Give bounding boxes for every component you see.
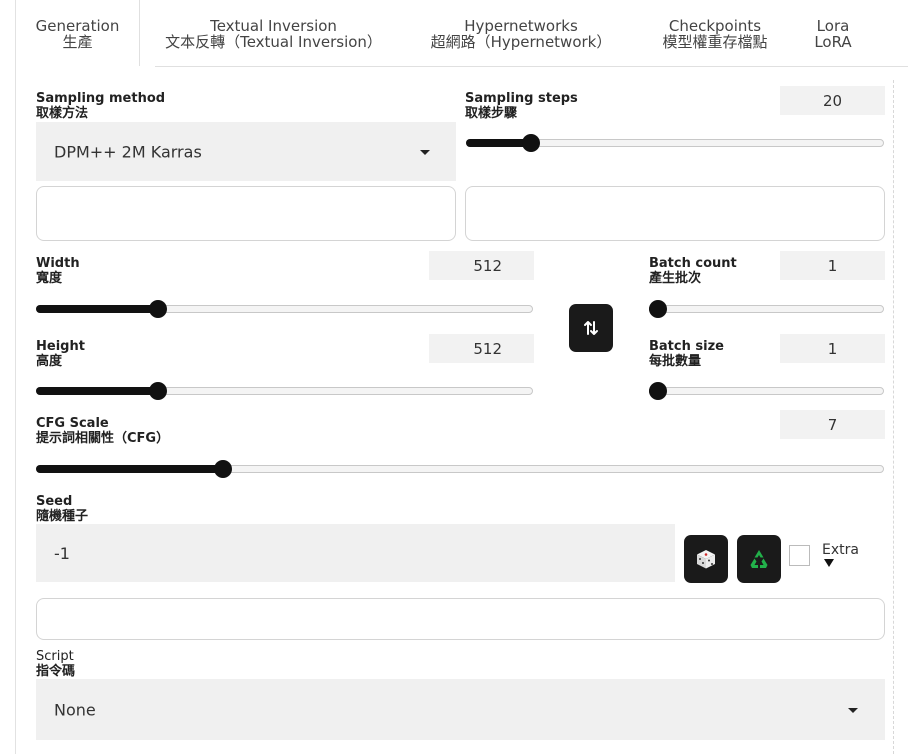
label-en: CFG Scale <box>36 416 109 431</box>
label-zh: 取樣步驟 <box>465 106 518 121</box>
width-label: Width 寬度 <box>36 256 80 286</box>
seed-input[interactable]: -1 <box>36 524 675 582</box>
tab-label-en: Hypernetworks <box>464 17 578 35</box>
label-zh: 高度 <box>36 354 63 369</box>
batch-count-input[interactable] <box>780 251 885 280</box>
cfg-scale-input[interactable] <box>780 410 885 439</box>
slider-fill <box>36 465 223 473</box>
label-en: Batch count <box>649 256 737 271</box>
height-slider[interactable] <box>36 382 533 400</box>
label-en: Height <box>36 339 85 354</box>
label-zh: 每批數量 <box>649 354 702 369</box>
tab-label-en: Lora <box>816 17 850 35</box>
tab-label-en: Checkpoints <box>668 17 762 35</box>
prompt-textbox[interactable] <box>36 186 456 241</box>
tab-label-zh: LoRA <box>814 33 852 51</box>
slider-fill <box>36 387 158 395</box>
sampling-method-label: Sampling method 取樣方法 <box>36 91 165 121</box>
tab-label-en: Textual Inversion <box>210 17 337 35</box>
sampling-steps-label: Sampling steps 取樣步驟 <box>465 91 578 121</box>
extra-label: Extra <box>822 542 859 558</box>
tab-checkpoints[interactable]: Checkpoints 模型權重存檔點 <box>651 0 779 66</box>
tab-textual-inversion[interactable]: Textual Inversion 文本反轉（Textual Inversion… <box>156 0 391 66</box>
label-en: Seed <box>36 494 73 509</box>
slider-fill <box>36 305 158 313</box>
height-label: Height 高度 <box>36 339 85 369</box>
extra-textbox[interactable] <box>36 598 885 640</box>
negative-prompt-textbox[interactable] <box>465 186 885 241</box>
slider-track <box>649 387 884 395</box>
seed-label: Seed 隨機種子 <box>36 494 88 524</box>
cfg-scale-slider[interactable] <box>36 460 884 478</box>
slider-thumb[interactable] <box>522 134 540 152</box>
label-en: Script <box>36 649 74 664</box>
dice-icon <box>697 550 715 569</box>
tab-generation[interactable]: Generation 生產 <box>16 0 140 66</box>
sampling-steps-input[interactable] <box>780 86 885 115</box>
swap-dimensions-button[interactable] <box>569 304 613 352</box>
seed-value: -1 <box>54 544 70 563</box>
label-en: Width <box>36 256 80 271</box>
batch-size-slider[interactable] <box>649 382 884 400</box>
batch-size-label: Batch size 每批數量 <box>649 339 724 369</box>
sampling-steps-slider[interactable] <box>466 134 884 152</box>
slider-track <box>649 305 884 313</box>
tab-label-en: Generation <box>35 17 120 35</box>
slider-thumb[interactable] <box>149 382 167 400</box>
width-slider[interactable] <box>36 300 533 318</box>
label-zh: 提示詞相關性（CFG） <box>36 431 170 446</box>
script-value: None <box>54 700 96 719</box>
label-en: Sampling steps <box>465 91 578 106</box>
slider-thumb[interactable] <box>214 460 232 478</box>
label-zh: 寬度 <box>36 271 63 286</box>
slider-thumb[interactable] <box>649 382 667 400</box>
chevron-down-icon <box>848 707 858 713</box>
label-zh: 指令碼 <box>36 664 76 679</box>
chevron-down-icon <box>420 149 430 155</box>
tab-lora[interactable]: Lora LoRA <box>798 0 868 66</box>
batch-count-slider[interactable] <box>649 300 884 318</box>
triangle-down-icon <box>824 559 834 567</box>
reuse-seed-button[interactable] <box>737 535 781 583</box>
script-label: Script 指令碼 <box>36 649 75 679</box>
left-border <box>15 0 16 754</box>
extra-toggle[interactable]: Extra <box>822 542 859 567</box>
extra-seed-checkbox[interactable] <box>789 545 810 566</box>
label-zh: 取樣方法 <box>36 106 89 121</box>
batch-count-label: Batch count 產生批次 <box>649 256 737 286</box>
height-input[interactable] <box>429 334 534 363</box>
label-zh: 產生批次 <box>649 271 702 286</box>
cfg-scale-label: CFG Scale 提示詞相關性（CFG） <box>36 416 169 446</box>
tab-label-zh: 生產 <box>62 33 93 51</box>
swap-dimensions-icon <box>584 321 598 335</box>
tab-bar: Generation 生產 Textual Inversion 文本反轉（Tex… <box>16 0 908 67</box>
sampling-method-dropdown[interactable]: DPM++ 2M Karras <box>36 122 456 181</box>
label-en: Batch size <box>649 339 724 354</box>
tab-label-zh: 文本反轉（Textual Inversion） <box>165 33 382 51</box>
label-en: Sampling method <box>36 91 166 106</box>
sampling-method-value: DPM++ 2M Karras <box>54 142 202 161</box>
tab-label-zh: 超網路（Hypernetwork） <box>430 33 612 51</box>
right-border <box>893 80 894 754</box>
batch-size-input[interactable] <box>780 334 885 363</box>
slider-thumb[interactable] <box>649 300 667 318</box>
script-dropdown[interactable]: None <box>36 679 885 740</box>
width-input[interactable] <box>429 251 534 280</box>
recycle-icon <box>750 550 768 568</box>
random-seed-button[interactable] <box>684 535 728 583</box>
tab-hypernetworks[interactable]: Hypernetworks 超網路（Hypernetwork） <box>421 0 621 66</box>
slider-thumb[interactable] <box>149 300 167 318</box>
tab-divider <box>155 66 908 67</box>
tab-label-zh: 模型權重存檔點 <box>662 33 768 51</box>
label-zh: 隨機種子 <box>36 509 89 524</box>
